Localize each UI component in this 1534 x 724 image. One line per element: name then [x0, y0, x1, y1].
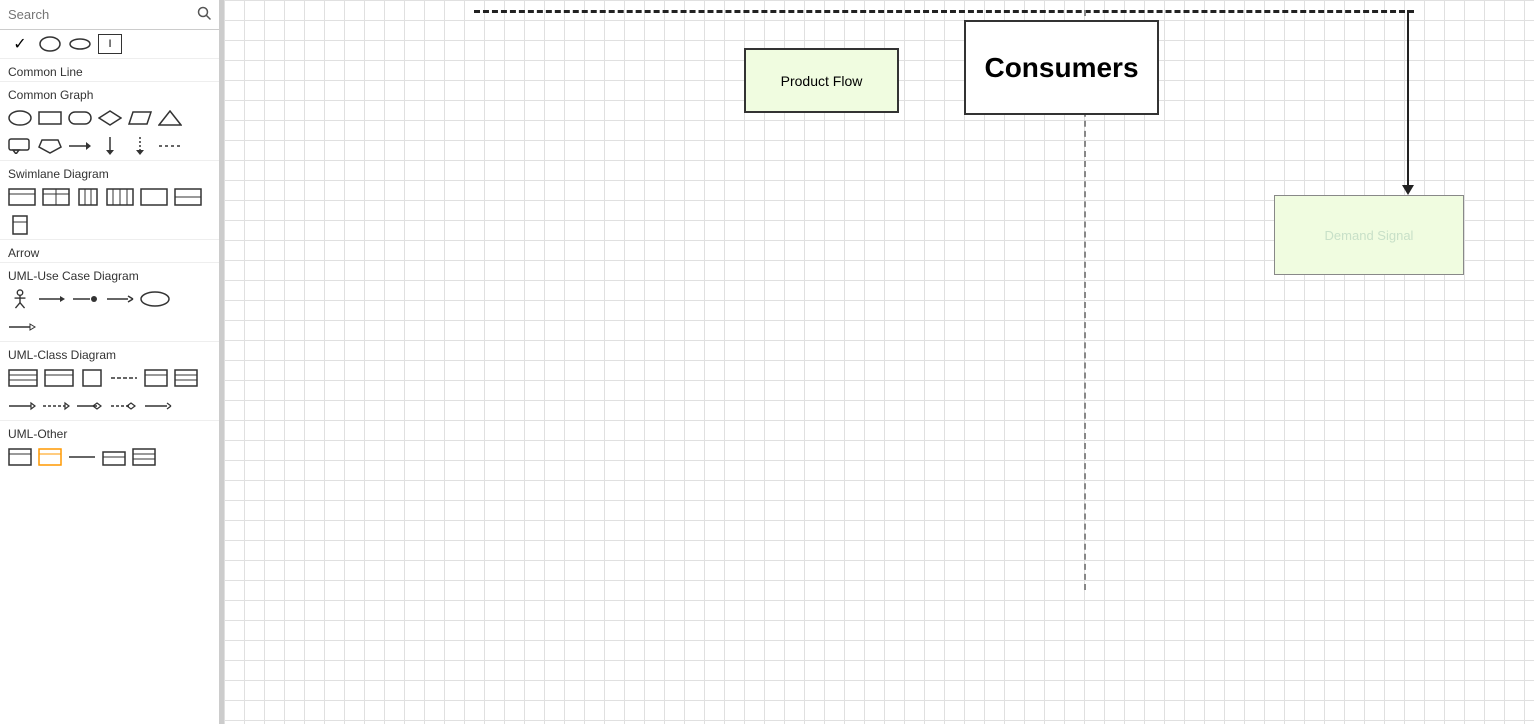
class-simple-shape[interactable]: [80, 368, 104, 388]
class-box2-shape[interactable]: [44, 368, 74, 388]
swimlane1-shape[interactable]: [8, 187, 36, 207]
demand-signal-box[interactable]: Demand Signal: [1274, 195, 1464, 275]
dashed-top-border: [474, 10, 1414, 13]
product-flow-box[interactable]: Product Flow: [744, 48, 899, 113]
arrow-down-shape[interactable]: [98, 136, 122, 156]
arrow-head: [1402, 185, 1414, 195]
swimlane3-shape[interactable]: [76, 187, 100, 207]
checkmark-shape[interactable]: ✓: [8, 34, 32, 54]
arrow-down2-shape[interactable]: [128, 136, 152, 156]
uml-class-shapes-row2: [0, 392, 219, 420]
uml-other4-shape[interactable]: [102, 447, 126, 467]
consumers-box[interactable]: Consumers: [964, 20, 1159, 115]
diamond-shape[interactable]: [98, 108, 122, 128]
class-box3-shape[interactable]: [144, 368, 168, 388]
top-shapes-row: ✓ I: [0, 30, 219, 58]
uml-arrow3-shape[interactable]: [106, 289, 134, 309]
ellipse-shape[interactable]: [68, 34, 92, 54]
section-swimlane: Swimlane Diagram: [0, 160, 219, 183]
uml-oval-shape[interactable]: [140, 289, 170, 309]
circle-shape[interactable]: [38, 34, 62, 54]
product-flow-label: Product Flow: [781, 73, 863, 89]
search-bar: [0, 0, 219, 30]
actor-shape[interactable]: [8, 289, 32, 309]
uml-class-arrow4[interactable]: [110, 396, 138, 416]
parallelogram-shape[interactable]: [128, 108, 152, 128]
demand-signal-label: Demand Signal: [1325, 228, 1414, 243]
sidebar: ✓ I Common Line Common Graph: [0, 0, 220, 724]
uml-class-arrow5[interactable]: [144, 396, 172, 416]
uml-arrow2-shape[interactable]: [72, 289, 100, 309]
uml-usecase-shapes-row2: [0, 313, 219, 341]
common-shapes-row2: [0, 132, 219, 160]
swimlane5-shape[interactable]: [140, 187, 168, 207]
callout-shape[interactable]: [8, 136, 32, 156]
pentagon-shape[interactable]: [38, 136, 62, 156]
rounded-rect-shape[interactable]: [68, 108, 92, 128]
section-uml-other: UML-Other: [0, 420, 219, 443]
uml-class-arrow2[interactable]: [42, 396, 70, 416]
uml-other2-shape[interactable]: [38, 447, 62, 467]
swimlane-shapes-row1: [0, 183, 219, 211]
swimlane2-shape[interactable]: [42, 187, 70, 207]
oval-shape[interactable]: [8, 108, 32, 128]
rect-shape[interactable]: [38, 108, 62, 128]
section-common-line: Common Line: [0, 58, 219, 81]
class-dashed-shape[interactable]: [110, 368, 138, 388]
arrow-line: [1407, 10, 1409, 185]
dashed-line-shape[interactable]: [158, 136, 182, 156]
uml-other3-shape[interactable]: [68, 447, 96, 467]
uml-class-shapes-row1: [0, 364, 219, 392]
label-shape[interactable]: I: [98, 34, 122, 54]
swimlane6-shape[interactable]: [174, 187, 202, 207]
triangle-shape[interactable]: [158, 108, 182, 128]
uml-other1-shape[interactable]: [8, 447, 32, 467]
uml-usecase-shapes-row1: [0, 285, 219, 313]
right-arrow-down: [1402, 10, 1414, 195]
arrow-right-shape[interactable]: [68, 136, 92, 156]
consumers-label: Consumers: [984, 52, 1138, 84]
swimlane-shapes-row2: [0, 211, 219, 239]
canvas-area[interactable]: Product Flow Consumers Demand Signal: [224, 0, 1534, 724]
uml-other-shapes-row1: [0, 443, 219, 471]
search-input[interactable]: [8, 7, 193, 22]
section-uml-usecase: UML-Use Case Diagram: [0, 262, 219, 285]
uml-long-arrow-shape[interactable]: [8, 317, 36, 337]
section-arrow: Arrow: [0, 239, 219, 262]
search-icon[interactable]: [197, 6, 211, 23]
section-common-graph: Common Graph: [0, 81, 219, 104]
uml-arrow1-shape[interactable]: [38, 289, 66, 309]
section-uml-class: UML-Class Diagram: [0, 341, 219, 364]
swimlane-single-shape[interactable]: [8, 215, 32, 235]
uml-class-arrow1[interactable]: [8, 396, 36, 416]
uml-other5-shape[interactable]: [132, 447, 156, 467]
common-shapes-row1: [0, 104, 219, 132]
uml-class-arrow3[interactable]: [76, 396, 104, 416]
class-box-shape[interactable]: [8, 368, 38, 388]
swimlane4-shape[interactable]: [106, 187, 134, 207]
class-box4-shape[interactable]: [174, 368, 198, 388]
